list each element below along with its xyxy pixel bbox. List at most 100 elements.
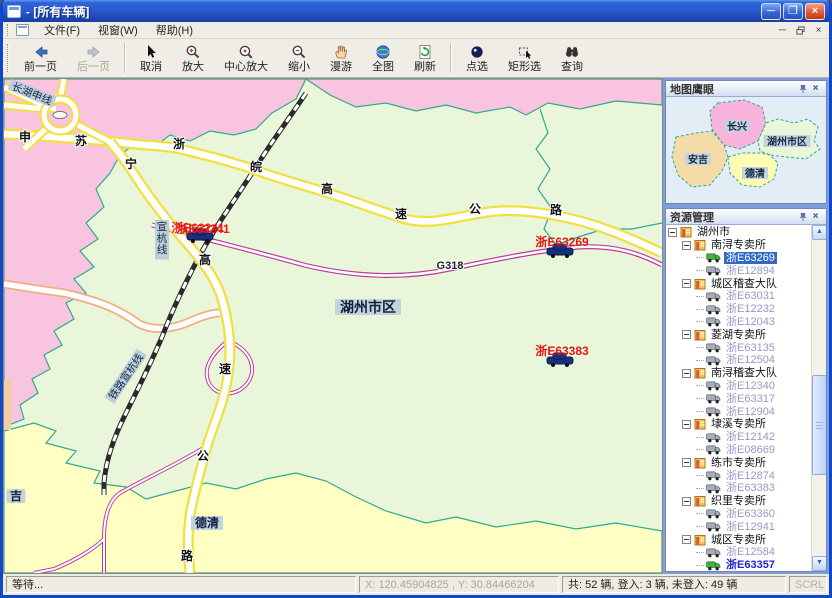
toolbar-button-label: 放大	[180, 60, 206, 74]
tree-node-root[interactable]: 湖州市	[666, 226, 811, 239]
tree-node-org-0[interactable]: 南浔专卖所	[666, 239, 811, 252]
toolbar-button-globe[interactable]: 全图	[362, 40, 404, 76]
truck-offline-icon	[706, 444, 721, 455]
titlebar: - [所有车辆] ─ ❐ ×	[3, 0, 829, 22]
minimize-button[interactable]: ─	[761, 3, 781, 20]
overview-map[interactable]: 长兴湖州市区安吉德清	[666, 97, 826, 204]
tree-vehicle-item[interactable]: 浙E12584	[666, 546, 811, 559]
vehicle-plate-label: 浙E12340	[724, 380, 777, 392]
svg-text:德清: 德清	[195, 515, 219, 530]
tree-vehicle-item[interactable]: 浙E12941	[666, 520, 811, 533]
collapse-icon[interactable]	[682, 241, 691, 250]
truck-offline-icon	[706, 406, 721, 417]
pin-icon[interactable]	[796, 83, 809, 95]
tree-node-label: 城区稽查大队	[709, 278, 779, 290]
tree-vehicle-item[interactable]: 浙E12142	[666, 431, 811, 444]
tree-vehicle-item[interactable]: 浙E63357	[666, 559, 811, 571]
tree-node-org-6[interactable]: 织里专卖所	[666, 495, 811, 508]
tree-node-org-2[interactable]: 菱湖专卖所	[666, 328, 811, 341]
scrollbar-thumb[interactable]	[812, 375, 826, 475]
tree-vehicle-item[interactable]: 浙E63031	[666, 290, 811, 303]
tree-vehicle-item[interactable]: 浙E12232	[666, 303, 811, 316]
scroll-up-icon[interactable]: ▲	[812, 225, 826, 240]
tree-vehicle-item[interactable]: 浙E12043	[666, 316, 811, 329]
tree-vehicle-item[interactable]: 浙E63269	[666, 252, 811, 265]
vehicle-plate-label: 浙E12894	[724, 265, 777, 277]
tree-vehicle-item[interactable]: 浙E12874	[666, 469, 811, 482]
tree-node-org-3[interactable]: 南浔稽查大队	[666, 367, 811, 380]
tree-node-org-7[interactable]: 城区专卖所	[666, 533, 811, 546]
tree-node-org-4[interactable]: 埭溪专卖所	[666, 418, 811, 431]
collapse-icon[interactable]	[682, 279, 691, 288]
tree-connector	[696, 270, 704, 271]
map-road-name-char: 高	[321, 181, 333, 196]
toolbar-grip[interactable]	[7, 44, 10, 72]
restore-button[interactable]: ❐	[783, 3, 803, 20]
tree-vehicle-item[interactable]: 浙E12904	[666, 405, 811, 418]
toolbar-button-rect-select[interactable]: 矩形选	[498, 40, 551, 76]
building-icon	[694, 534, 706, 546]
truck-offline-icon	[706, 380, 721, 391]
toolbar-button-cursor[interactable]: 取消	[130, 40, 172, 76]
mdi-close-button[interactable]: ×	[810, 23, 827, 37]
overview-panel: 地图鹰眼 × 长兴湖州市区安吉德清	[665, 80, 827, 204]
toolbar-button-pan-hand[interactable]: 漫游	[320, 40, 362, 76]
tree-vehicle-item[interactable]: 浙E12504	[666, 354, 811, 367]
menu-item-1[interactable]: 视窗(W)	[89, 24, 147, 38]
menu-item-0[interactable]: 文件(F)	[35, 24, 89, 38]
vehicle-plate-label: 浙E08669	[724, 444, 777, 456]
toolbar-button-search[interactable]: 查询	[551, 40, 593, 76]
close-button[interactable]: ×	[805, 3, 825, 20]
mdi-child-icon	[16, 24, 29, 36]
tree-connector	[696, 347, 704, 348]
tree-vehicle-item[interactable]: 浙E08669	[666, 444, 811, 457]
collapse-icon[interactable]	[682, 369, 691, 378]
map-road-name-char: 速	[219, 361, 231, 376]
toolbar-button-zoom-out[interactable]: 缩小	[278, 40, 320, 76]
tree-vehicle-item[interactable]: 浙E63135	[666, 341, 811, 354]
tree-connector	[696, 449, 704, 450]
collapse-icon[interactable]	[682, 330, 691, 339]
truck-offline-icon	[706, 470, 721, 481]
menu-item-2[interactable]: 帮助(H)	[147, 24, 202, 38]
scroll-down-icon[interactable]: ▼	[812, 556, 826, 571]
collapse-icon[interactable]	[682, 420, 691, 429]
tree-node-org-5[interactable]: 练市专卖所	[666, 456, 811, 469]
toolbar-button-point-select[interactable]: 点选	[456, 40, 498, 76]
tree-scrollbar[interactable]: ▲ ▼	[811, 225, 826, 571]
vehicle-plate-label: 浙E12874	[724, 470, 777, 482]
status-vehicle-counts: 共: 52 辆, 登入: 3 辆, 未登入: 49 辆	[562, 576, 786, 593]
toolbar-button-zoom-in[interactable]: 放大	[172, 40, 214, 76]
tree-connector	[696, 513, 704, 514]
tree-connector	[696, 385, 704, 386]
window-title: - [所有车辆]	[26, 3, 761, 20]
truck-offline-icon	[706, 304, 721, 315]
tree-vehicle-item[interactable]: 浙E63317	[666, 392, 811, 405]
mdi-restore-button[interactable]	[792, 23, 809, 37]
tree-vehicle-item[interactable]: 浙E63360	[666, 508, 811, 521]
tree-node-org-1[interactable]: 城区稽查大队	[666, 277, 811, 290]
pin-icon[interactable]	[796, 211, 809, 223]
collapse-icon[interactable]	[682, 458, 691, 467]
tree-node-label: 南浔稽查大队	[709, 367, 779, 379]
tree-vehicle-item[interactable]: 浙E12894	[666, 264, 811, 277]
toolbar-button-arrow-left[interactable]: 前一页	[14, 40, 67, 76]
menubar-grip[interactable]	[7, 24, 10, 36]
vehicle-plate-label: 浙E12043	[724, 316, 777, 328]
collapse-icon[interactable]	[668, 228, 677, 237]
truck-online-icon	[706, 560, 721, 571]
resources-close-icon[interactable]: ×	[809, 211, 822, 223]
toolbar-button-zoom-center[interactable]: 中心放大	[214, 40, 278, 76]
map-road-name-char: 速	[395, 206, 407, 221]
tree-connector	[696, 398, 704, 399]
tree-vehicle-item[interactable]: 浙E12340	[666, 380, 811, 393]
overview-close-icon[interactable]: ×	[809, 83, 822, 95]
pan-hand-icon	[333, 43, 349, 60]
collapse-icon[interactable]	[682, 535, 691, 544]
collapse-icon[interactable]	[682, 497, 691, 506]
vehicle-plate-label: 浙E63317	[724, 393, 777, 405]
mdi-minimize-button[interactable]: ─	[774, 23, 791, 37]
map-canvas[interactable]: 申苏浙皖高速公路宁高速公路G318长湖申线宣杭线铁路宣杭线湖州市区德清吉 浙E6…	[3, 78, 663, 574]
tree-vehicle-item[interactable]: 浙E63383	[666, 482, 811, 495]
toolbar-button-refresh[interactable]: 刷新	[404, 40, 446, 76]
